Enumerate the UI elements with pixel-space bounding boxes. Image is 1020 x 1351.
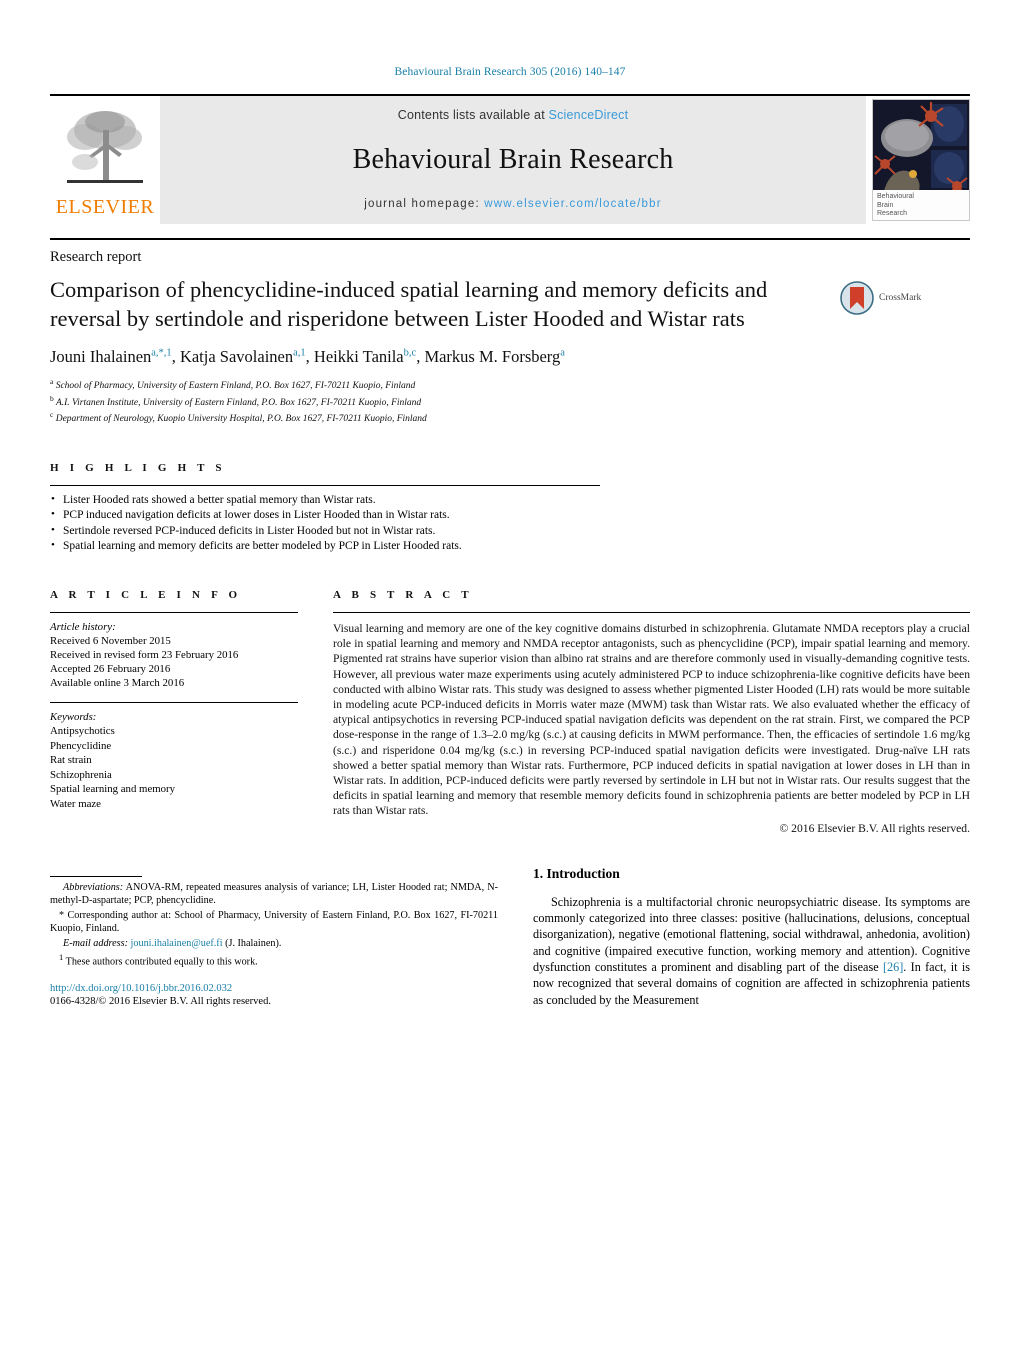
keywords-divider bbox=[50, 701, 298, 703]
journal-title: Behavioural Brain Research bbox=[352, 144, 674, 175]
affiliations: a School of Pharmacy, University of East… bbox=[50, 376, 970, 426]
equal-text: These authors contributed equally to thi… bbox=[63, 956, 258, 968]
affiliation-mark: a bbox=[50, 377, 54, 386]
journal-masthead: ELSEVIER Contents lists available at Sci… bbox=[50, 94, 970, 224]
journal-cover-thumbnail: Behavioural Brain Research www.elsevier.… bbox=[866, 96, 970, 224]
highlights-heading: H I G H L I G H T S bbox=[50, 461, 226, 474]
highlights-list: Lister Hooded rats showed a better spati… bbox=[50, 492, 970, 555]
cover-image: Behavioural Brain Research www.elsevier.… bbox=[872, 99, 970, 221]
keyword-item: Rat strain bbox=[50, 754, 92, 767]
article-history-block: Article history: Received 6 November 201… bbox=[50, 620, 298, 690]
history-item: Received in revised form 23 February 201… bbox=[50, 648, 239, 661]
article-history-label: Article history: bbox=[50, 620, 116, 633]
email-label: E-mail address: bbox=[63, 937, 128, 949]
page-title: Comparison of phencyclidine-induced spat… bbox=[50, 277, 768, 331]
citation-ref[interactable]: [26] bbox=[883, 960, 903, 974]
elsevier-tree-icon bbox=[67, 111, 143, 183]
keywords-label: Keywords: bbox=[50, 710, 97, 723]
paper-page: Behavioural Brain Research 305 (2016) 14… bbox=[0, 0, 1020, 1351]
abstract-heading: A B S T R A C T bbox=[333, 588, 473, 601]
introduction-heading: 1. Introduction bbox=[533, 865, 620, 881]
homepage-url-link[interactable]: www.elsevier.com/locate/bbr bbox=[484, 198, 662, 210]
crossmark-badge[interactable]: CrossMark bbox=[840, 275, 960, 315]
email-suffix: (J. Ihalainen). bbox=[222, 937, 282, 949]
affiliation-mark: c bbox=[50, 410, 54, 420]
highlights-section: H I G H L I G H T S Lister Hooded rats s… bbox=[50, 462, 970, 555]
abstract-divider bbox=[333, 611, 970, 613]
history-item: Available online 3 March 2016 bbox=[50, 676, 185, 689]
elsevier-wordmark: ELSEVIER bbox=[55, 196, 155, 218]
elsevier-logo: ELSEVIER bbox=[50, 96, 160, 224]
affiliation-item: b A.I. Virtanen Institute, University of… bbox=[50, 393, 970, 410]
abstract-text: Visual learning and memory are one of th… bbox=[333, 621, 970, 818]
keyword-item: Antipsychotics bbox=[50, 725, 115, 738]
keyword-item: Schizophrenia bbox=[50, 768, 112, 781]
article-info-divider bbox=[50, 611, 298, 613]
affiliation-item: a School of Pharmacy, University of East… bbox=[50, 376, 970, 393]
abstract-copyright: © 2016 Elsevier B.V. All rights reserved… bbox=[779, 821, 970, 835]
footnotes-block: Abbreviations: ANOVA-RM, repeated measur… bbox=[50, 876, 498, 1008]
footnote-divider bbox=[50, 876, 142, 878]
list-item: Lister Hooded rats showed a better spati… bbox=[50, 492, 970, 509]
cover-title-line-2: Brain bbox=[877, 201, 894, 209]
list-item: Sertindole reversed PCP-induced deficits… bbox=[50, 523, 970, 540]
doi-block: http://dx.doi.org/10.1016/j.bbr.2016.02.… bbox=[50, 982, 498, 1008]
contents-available-line: Contents lists available at ScienceDirec… bbox=[398, 108, 629, 122]
keyword-item: Water maze bbox=[50, 797, 101, 810]
affiliation-text: A.I. Virtanen Institute, University of E… bbox=[55, 397, 422, 408]
masthead-center: Contents lists available at ScienceDirec… bbox=[160, 96, 866, 224]
homepage-prefix: journal homepage: bbox=[364, 198, 485, 210]
article-type-label: Research report bbox=[50, 249, 142, 265]
running-head: Behavioural Brain Research 305 (2016) 14… bbox=[394, 66, 626, 78]
keywords-block: Keywords: Antipsychotics Phencyclidine R… bbox=[50, 710, 298, 812]
issn-copyright: 0166-4328/© 2016 Elsevier B.V. All right… bbox=[50, 995, 271, 1007]
title-row: Comparison of phencyclidine-induced spat… bbox=[50, 275, 970, 333]
list-item: PCP induced navigation deficits at lower… bbox=[50, 508, 970, 524]
affiliation-mark: b bbox=[50, 393, 54, 403]
journal-homepage-line: journal homepage: www.elsevier.com/locat… bbox=[364, 198, 662, 210]
introduction-paragraph: Schizophrenia is a multifactorial chroni… bbox=[533, 894, 970, 1008]
affiliation-text: School of Pharmacy, University of Easter… bbox=[55, 381, 416, 392]
cover-title-line-3: Research bbox=[877, 210, 907, 217]
history-item: Accepted 26 February 2016 bbox=[50, 662, 171, 675]
contents-prefix: Contents lists available at bbox=[397, 108, 549, 122]
crossmark-icon bbox=[840, 281, 874, 315]
author-list: Jouni Ihalainena,*,1, Katja Savolainena,… bbox=[50, 347, 565, 366]
article-info-heading: A R T I C L E I N F O bbox=[50, 588, 242, 601]
right-column: 1. Introduction Schizophrenia is a multi… bbox=[533, 866, 970, 1008]
highlights-divider bbox=[50, 484, 600, 486]
body-columns: Abbreviations: ANOVA-RM, repeated measur… bbox=[50, 866, 970, 1008]
keyword-item: Spatial learning and memory bbox=[50, 783, 176, 796]
footnote-email: E-mail address: jouni.ihalainen@uef.fi (… bbox=[50, 937, 498, 950]
article-info-column: A R T I C L E I N F O Article history: R… bbox=[50, 589, 298, 836]
abbreviations-label: Abbreviations: bbox=[63, 882, 124, 894]
affiliation-item: c Department of Neurology, Kuopio Univer… bbox=[50, 409, 970, 426]
cover-title-strip: Behavioural Brain Research www.elsevier.… bbox=[873, 190, 969, 220]
history-item: Received 6 November 2015 bbox=[50, 634, 171, 647]
crossmark-label: CrossMark bbox=[879, 293, 922, 303]
email-link[interactable]: jouni.ihalainen@uef.fi bbox=[131, 938, 223, 949]
doi-link[interactable]: http://dx.doi.org/10.1016/j.bbr.2016.02.… bbox=[50, 982, 498, 995]
article-header: Research report Comparison of phencyclid… bbox=[50, 238, 970, 426]
footnote-equal-contribution: 1 These authors contributed equally to t… bbox=[50, 951, 498, 969]
abstract-column: A B S T R A C T Visual learning and memo… bbox=[333, 589, 970, 836]
left-column: Abbreviations: ANOVA-RM, repeated measur… bbox=[50, 866, 498, 1008]
list-item: Spatial learning and memory deficits are… bbox=[50, 539, 970, 555]
cover-title-line-1: Behavioural bbox=[877, 193, 914, 200]
info-abstract-row: A R T I C L E I N F O Article history: R… bbox=[50, 589, 970, 836]
corresponding-text: Corresponding author at: School of Pharm… bbox=[50, 909, 498, 935]
sciencedirect-link[interactable]: ScienceDirect bbox=[549, 108, 629, 122]
affiliation-text: Department of Neurology, Kuopio Universi… bbox=[55, 414, 427, 425]
cover-url: www.elsevier.com/locate/bbr bbox=[877, 219, 965, 221]
keyword-item: Phencyclidine bbox=[50, 739, 112, 752]
footnote-corresponding-author: * Corresponding author at: School of Pha… bbox=[50, 909, 498, 936]
footnote-abbreviations: Abbreviations: ANOVA-RM, repeated measur… bbox=[50, 881, 498, 908]
